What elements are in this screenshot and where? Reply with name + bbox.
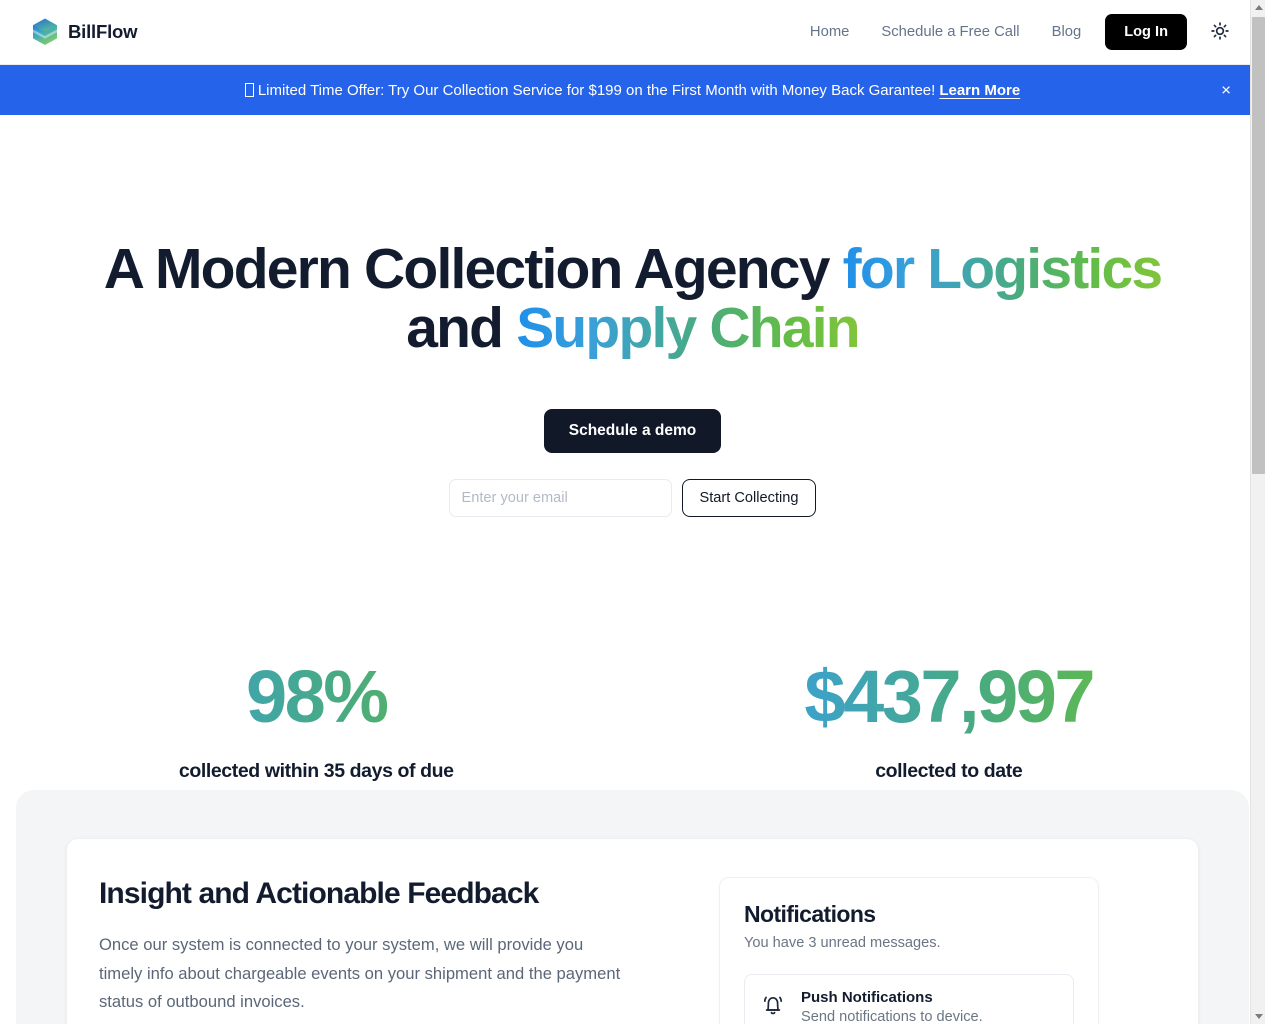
login-button[interactable]: Log In: [1105, 14, 1187, 50]
nav-link-blog[interactable]: Blog: [1036, 24, 1098, 40]
stat-collected-to-date-value: $437,997: [633, 660, 1266, 734]
brand-name: BillFlow: [68, 21, 138, 42]
promo-banner-message: Limited Time Offer: Try Our Collection S…: [257, 81, 936, 99]
notifications-title: Notifications: [744, 901, 876, 927]
stat-collection-rate-label: collected within 35 days of due: [178, 760, 454, 782]
schedule-demo-button[interactable]: Schedule a demo: [543, 409, 722, 454]
feature-card: Insight and Actionable Feedback Once our…: [66, 838, 1199, 1024]
promo-banner-text: Limited Time Offer: Try Our Collection S…: [244, 81, 1020, 99]
promo-banner: Limited Time Offer: Try Our Collection S…: [0, 65, 1265, 115]
start-collecting-button[interactable]: Start Collecting: [681, 479, 817, 518]
vertical-scrollbar[interactable]: [1250, 0, 1265, 1024]
stat-collection-rate-value: 98%: [0, 660, 633, 734]
hero-title-line2-gradient: Supply Chain: [516, 295, 860, 360]
hero-title-line1-dark: A Modern Collection Agency: [103, 237, 843, 301]
hero-section: A Modern Collection Agency for Logistics…: [0, 115, 1265, 518]
feature-paragraph: Once our system is connected to your sys…: [99, 935, 621, 1012]
notification-item-title: Push Notifications: [801, 989, 933, 1006]
notifications-subtitle: You have 3 unread messages.: [744, 935, 941, 951]
email-input[interactable]: [448, 479, 672, 518]
page-viewport: BillFlow Home Schedule a Free Call Blog …: [0, 0, 1265, 1024]
notification-item-subtitle: Send notifications to device.: [801, 1009, 983, 1024]
feature-heading: Insight and Actionable Feedback: [99, 877, 539, 910]
hero-title-line1-gradient: for Logistics: [842, 237, 1163, 301]
scrollbar-thumb[interactable]: [1252, 17, 1265, 474]
scroll-up-arrow-icon[interactable]: [1251, 0, 1265, 15]
missing-glyph-icon: [244, 82, 254, 97]
bell-icon: [761, 992, 785, 1023]
learn-more-link[interactable]: Learn More: [939, 82, 1020, 99]
notifications-card: Notifications You have 3 unread messages…: [719, 877, 1099, 1024]
page-title: A Modern Collection Agency for Logistics…: [0, 240, 1265, 357]
brand-logo[interactable]: BillFlow: [32, 18, 138, 46]
list-item-text: Push Notifications Send notifications to…: [801, 989, 983, 1024]
hero-title-line2-dark: and: [406, 295, 517, 360]
sun-icon: [1210, 21, 1230, 44]
nav-link-schedule-a-free-call[interactable]: Schedule a Free Call: [865, 24, 1035, 40]
feature-card-text: Insight and Actionable Feedback Once our…: [67, 839, 687, 1024]
scroll-down-arrow-icon[interactable]: [1251, 1009, 1265, 1024]
primary-cta-row: Schedule a demo: [0, 409, 1265, 454]
stat-collected-to-date: $437,997 collected to date: [633, 660, 1266, 783]
site-header: BillFlow Home Schedule a Free Call Blog …: [0, 0, 1265, 65]
email-signup-row: Start Collecting: [0, 479, 1265, 518]
list-item[interactable]: Push Notifications Send notifications to…: [744, 974, 1074, 1024]
stat-collected-to-date-label: collected to date: [875, 760, 1023, 782]
close-icon[interactable]: ×: [1217, 78, 1235, 103]
nav-link-home[interactable]: Home: [794, 24, 865, 40]
feature-panel: Insight and Actionable Feedback Once our…: [16, 790, 1249, 1024]
stats-section: 98% collected within 35 days of due $437…: [0, 660, 1265, 783]
theme-toggle-button[interactable]: [1207, 19, 1233, 45]
hexagon-logo-icon: [32, 18, 58, 46]
stat-collection-rate: 98% collected within 35 days of due: [0, 660, 633, 783]
main-nav: Home Schedule a Free Call Blog Log In: [794, 14, 1233, 50]
